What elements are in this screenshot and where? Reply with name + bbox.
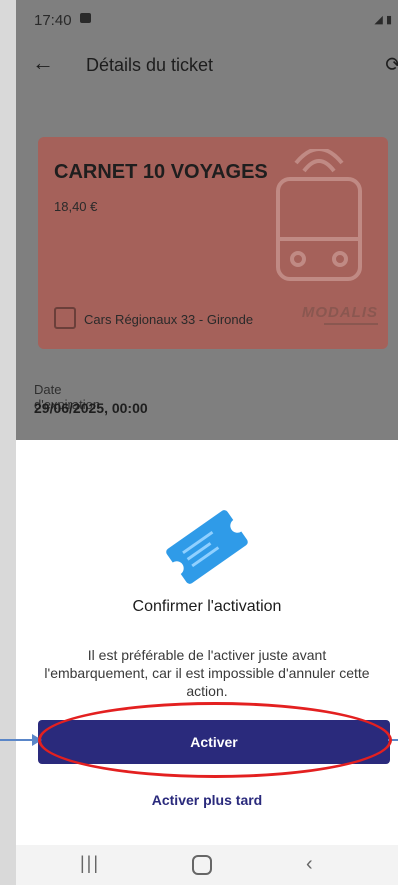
- app-header: ← Détails du ticket ⟳: [16, 44, 398, 88]
- dialog-description: Il est préférable de l'activer juste ava…: [44, 647, 370, 699]
- ticket-price: 18,40 €: [54, 199, 98, 214]
- ticket-name: CARNET 10 VOYAGES: [54, 161, 268, 183]
- home-icon[interactable]: [192, 855, 212, 875]
- brand-logo: MODALIS: [301, 304, 378, 321]
- status-bar: 17:40 ◢ ▮: [16, 0, 398, 40]
- operator-logo-icon: [54, 307, 76, 329]
- signal-battery-icon: ◢ ▮: [374, 14, 392, 26]
- gallery-notification-icon: [80, 13, 91, 23]
- annotation-arrow-left: [0, 734, 42, 746]
- back-nav-icon[interactable]: ‹: [306, 853, 313, 876]
- brand-underline: [324, 323, 378, 325]
- page-title: Détails du ticket: [86, 55, 214, 75]
- operator-name: Cars Régionaux 33 - Gironde: [84, 312, 254, 327]
- recent-apps-icon[interactable]: |||: [80, 853, 100, 874]
- refresh-icon[interactable]: ⟳: [385, 52, 398, 77]
- dialog-title: Confirmer l'activation: [132, 598, 282, 615]
- arrow-left-icon[interactable]: ←: [32, 50, 54, 76]
- bus-icon: [276, 149, 362, 281]
- status-time: 17:40: [34, 12, 72, 29]
- annotation-highlight-ellipse: [38, 702, 392, 778]
- ticket-card[interactable]: CARNET 10 VOYAGES 18,40 € Cars Régionaux…: [38, 137, 388, 349]
- activation-bottom-sheet: Confirmer l'activation Il est préférable…: [16, 440, 398, 845]
- system-nav-bar: ||| ‹: [16, 845, 398, 885]
- ticket-icon: [166, 510, 248, 584]
- activate-later-link[interactable]: Activer plus tard: [16, 792, 398, 808]
- expiration-value: 29/06/2025, 00:00: [34, 400, 148, 416]
